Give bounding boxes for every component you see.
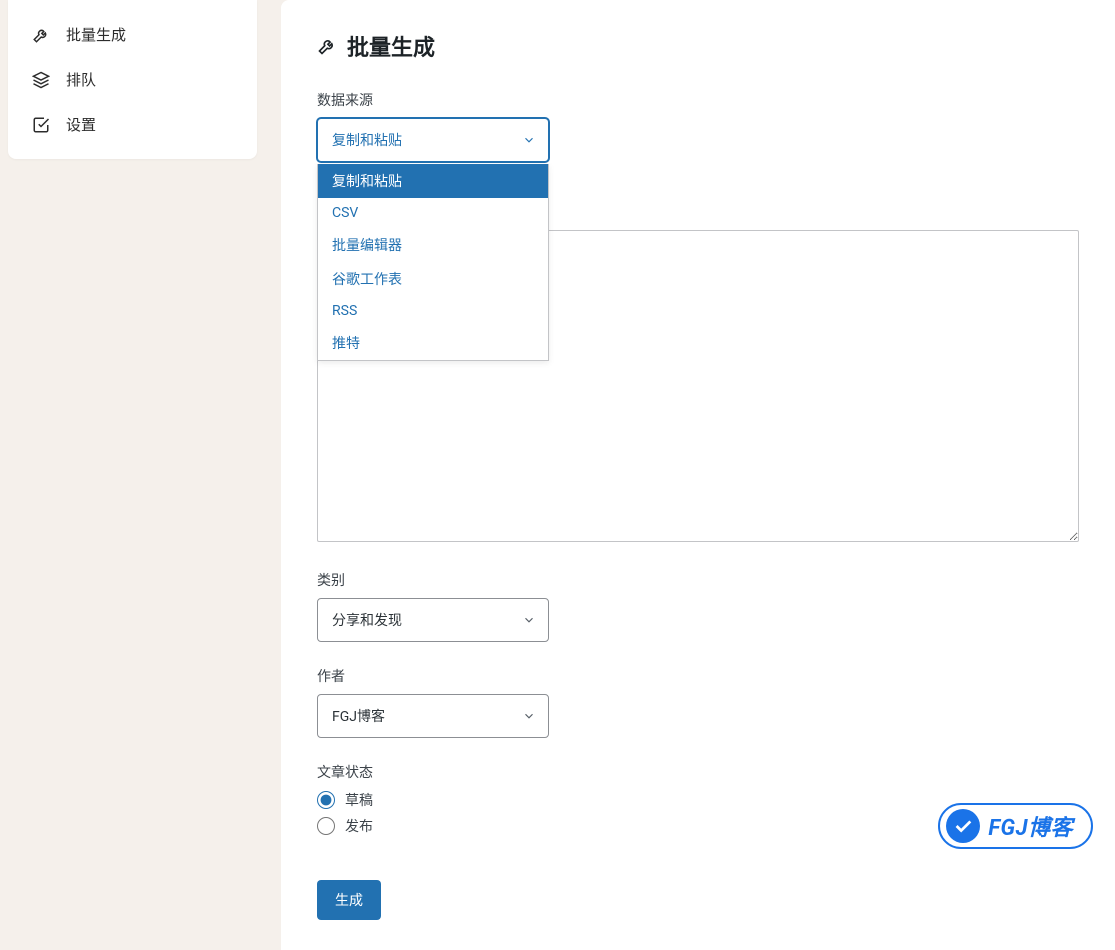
generate-button[interactable]: 生成 <box>317 880 381 920</box>
author-label: 作者 <box>317 666 1079 686</box>
chevron-down-icon <box>522 709 536 723</box>
sidebar-item-bulk-generate[interactable]: 批量生成 <box>8 12 257 57</box>
dropdown-option-bulk-editor[interactable]: 批量编辑器 <box>318 228 548 262</box>
wrench-icon <box>32 26 50 44</box>
sidebar-item-label: 排队 <box>66 69 96 90</box>
dropdown-option-rss[interactable]: RSS <box>318 296 548 326</box>
field-data-source: 数据来源 复制和粘贴 复制和粘贴 CSV 批量编辑器 谷歌工作表 RSS 推特 <box>317 90 1079 162</box>
dropdown-option-copy-paste[interactable]: 复制和粘贴 <box>318 164 548 198</box>
sidebar-item-settings[interactable]: 设置 <box>8 102 257 147</box>
field-author: 作者 FGJ博客 <box>317 666 1079 738</box>
sidebar: 批量生成 排队 设置 <box>8 0 257 159</box>
post-status-radio-draft[interactable] <box>317 791 335 809</box>
data-source-dropdown: 复制和粘贴 CSV 批量编辑器 谷歌工作表 RSS 推特 <box>317 164 549 361</box>
sidebar-item-queue[interactable]: 排队 <box>8 57 257 102</box>
field-category: 类别 分享和发现 <box>317 570 1079 642</box>
dropdown-option-google-sheets[interactable]: 谷歌工作表 <box>318 262 548 296</box>
watermark-text: FGJ博客 <box>988 810 1073 842</box>
watermark-badge: FGJ博客 <box>938 803 1093 849</box>
sidebar-item-label: 批量生成 <box>66 24 126 45</box>
wrench-icon <box>317 36 337 56</box>
data-source-selected: 复制和粘贴 <box>332 130 402 150</box>
category-selected: 分享和发现 <box>332 610 402 630</box>
layers-icon <box>32 71 50 89</box>
data-source-label: 数据来源 <box>317 90 1079 110</box>
post-status-radio-publish[interactable] <box>317 817 335 835</box>
page-title: 批量生成 <box>317 30 1079 62</box>
page-title-text: 批量生成 <box>347 30 435 62</box>
chevron-down-icon <box>522 613 536 627</box>
post-status-option-label: 发布 <box>345 816 373 836</box>
post-status-option-label: 草稿 <box>345 790 373 810</box>
category-label: 类别 <box>317 570 1079 590</box>
checkbox-icon <box>32 116 50 134</box>
author-select[interactable]: FGJ博客 <box>317 694 549 738</box>
sidebar-item-label: 设置 <box>66 114 96 135</box>
check-circle-icon <box>946 809 980 843</box>
author-selected: FGJ博客 <box>332 706 385 726</box>
dropdown-option-csv[interactable]: CSV <box>318 198 548 228</box>
data-source-select[interactable]: 复制和粘贴 <box>317 118 549 162</box>
dropdown-option-twitter[interactable]: 推特 <box>318 326 548 360</box>
chevron-down-icon <box>522 133 536 147</box>
post-status-label: 文章状态 <box>317 762 1079 782</box>
category-select[interactable]: 分享和发现 <box>317 598 549 642</box>
